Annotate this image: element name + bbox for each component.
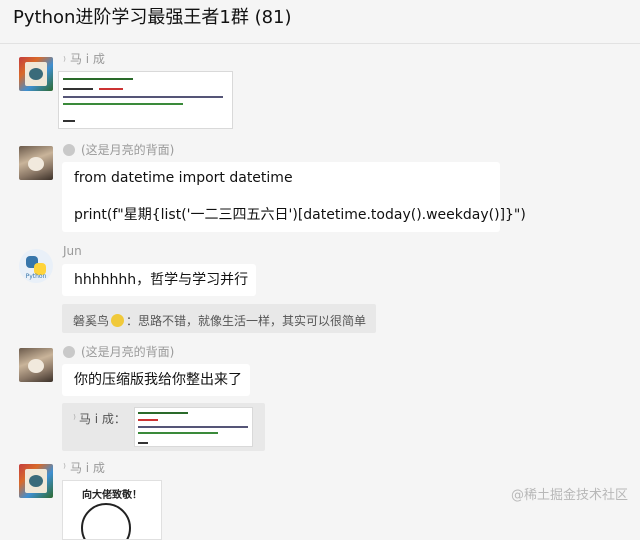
message-bubble[interactable]: from datetime import datetime print(f"星期…	[62, 162, 526, 232]
avatar-moon-back[interactable]	[19, 146, 53, 180]
quote-author: 磐奚鸟	[73, 314, 110, 328]
sender-name: (这是月亮的背面)	[63, 343, 174, 360]
quote-author: 马 i 成：	[78, 412, 126, 426]
user-badge-icon: ⁾	[73, 412, 76, 426]
user-badge-icon: ⁾	[63, 461, 66, 475]
message-bubble[interactable]: hhhhhhh，哲学与学习并行	[62, 264, 256, 296]
code-screenshot-image[interactable]	[58, 71, 233, 129]
avatar-moon-back[interactable]	[19, 348, 53, 382]
quoted-reply[interactable]: 磐奚鸟 ：思路不错，就像生活一样，其实可以很简单	[62, 304, 376, 333]
quoted-reply[interactable]: ⁾ 马 i 成：	[62, 403, 265, 451]
meme-face	[81, 503, 131, 539]
code-line: from datetime import datetime	[74, 170, 293, 186]
sender-name: (这是月亮的背面)	[63, 141, 174, 158]
code-line: print(f"星期{list('一二三四五六日')[datetime.toda…	[74, 207, 526, 223]
avatar-ma-i-cheng[interactable]	[19, 57, 53, 91]
sender-name: ⁾ 马 i 成	[63, 52, 105, 68]
message-text: hhhhhhh，哲学与学习并行	[74, 272, 249, 288]
chat-title: Python进阶学习最强王者1群 (81)	[13, 7, 292, 28]
quoted-image[interactable]	[134, 407, 253, 447]
user-badge-icon: ⁾	[63, 54, 66, 68]
watermark: @稀土掘金技术社区	[510, 488, 628, 503]
smile-emoji-icon	[111, 314, 125, 327]
user-badge-icon	[63, 144, 75, 156]
message-bubble[interactable]: 你的压缩版我给你整出来了	[62, 364, 250, 396]
message-text: 你的压缩版我给你整出来了	[74, 372, 242, 388]
quote-text: ：思路不错，就像生活一样，其实可以很简单	[126, 314, 367, 328]
avatar-jun[interactable]: Python	[19, 249, 53, 283]
avatar-ma-i-cheng[interactable]	[19, 464, 53, 498]
python-logo-label: Python	[25, 273, 47, 280]
user-badge-icon	[63, 346, 75, 358]
sender-name: Jun	[63, 244, 82, 258]
meme-image[interactable]: 向大佬致敬！	[62, 480, 162, 540]
sender-name: ⁾ 马 i 成	[63, 461, 105, 475]
meme-caption: 向大佬致敬！	[82, 490, 142, 501]
chat-header: Python进阶学习最强王者1群 (81)	[0, 0, 640, 44]
